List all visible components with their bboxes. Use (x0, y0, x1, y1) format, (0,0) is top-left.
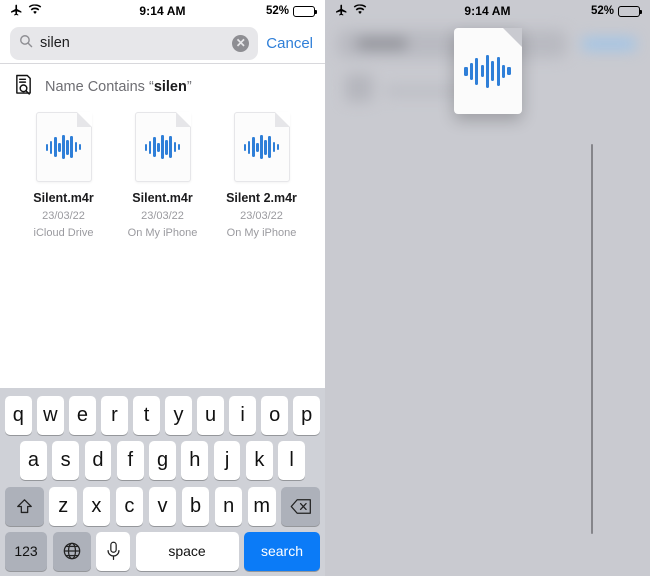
key-c[interactable]: c (115, 486, 144, 526)
battery-percent: 52% (590, 5, 614, 17)
file-item[interactable]: Silent.m4r 23/03/22 iCloud Drive (14, 112, 113, 239)
keyboard-row-1: q w e r t y u i o p (3, 396, 322, 435)
key-h[interactable]: h (181, 441, 209, 481)
blurred-search-text (357, 38, 407, 49)
search-bar-row: silen ✕ Cancel (0, 26, 325, 60)
key-l[interactable]: l (278, 441, 306, 481)
menu-scrollbar[interactable] (590, 144, 593, 534)
file-name: Silent.m4r (33, 191, 94, 205)
numbers-key[interactable]: 123 (5, 531, 47, 571)
microphone-key-icon[interactable] (96, 531, 130, 571)
key-o[interactable]: o (261, 396, 288, 435)
search-key[interactable]: search (244, 531, 320, 571)
file-location: iCloud Drive (33, 227, 94, 239)
keyboard-row-3: z x c v b n m (3, 486, 322, 526)
blurred-cancel-button (582, 38, 636, 50)
file-date: 23/03/22 (141, 210, 184, 222)
battery-percent: 52% (265, 5, 289, 17)
cancel-button[interactable]: Cancel (266, 35, 315, 52)
file-item[interactable]: Silent 2.m4r 23/03/22 On My iPhone (212, 112, 311, 239)
keyboard-row-4: 123 space search (3, 531, 322, 571)
key-r[interactable]: r (101, 396, 128, 435)
waveform-glyph (45, 134, 81, 160)
key-v[interactable]: v (148, 486, 177, 526)
scope-row[interactable]: Name Contains “silen” (0, 70, 325, 104)
key-k[interactable]: k (245, 441, 273, 481)
file-name: Silent.m4r (132, 191, 193, 205)
document-search-icon (14, 74, 33, 100)
audio-file-icon (35, 112, 92, 182)
key-q[interactable]: q (5, 396, 32, 435)
search-input-value: silen (40, 35, 70, 51)
search-input[interactable]: silen ✕ (10, 26, 259, 60)
clear-search-icon[interactable]: ✕ (232, 34, 250, 52)
blurred-scope-icon (345, 74, 373, 102)
space-key[interactable]: space (135, 531, 239, 571)
file-location: On My iPhone (226, 227, 297, 239)
waveform-glyph (464, 54, 511, 88)
shift-key-icon[interactable] (4, 486, 44, 526)
key-y[interactable]: y (165, 396, 192, 435)
keyboard-row-2: a s d f g h j k l (3, 441, 322, 481)
audio-file-icon (233, 112, 290, 182)
waveform-glyph (243, 134, 279, 160)
status-bar-left: 9:14 AM 52% (0, 0, 325, 22)
key-e[interactable]: e (69, 396, 96, 435)
key-i[interactable]: i (229, 396, 256, 435)
file-name: Silent 2.m4r (226, 191, 297, 205)
left-phone-screen: 9:14 AM 52% silen ✕ Cancel Name Contains… (0, 0, 325, 576)
file-item[interactable]: Silent.m4r 23/03/22 On My iPhone (113, 112, 212, 239)
key-p[interactable]: p (293, 396, 320, 435)
backspace-key-icon[interactable] (281, 486, 321, 526)
key-a[interactable]: a (19, 441, 47, 481)
key-u[interactable]: u (197, 396, 224, 435)
file-date: 23/03/22 (240, 210, 283, 222)
file-date: 23/03/22 (42, 210, 85, 222)
key-d[interactable]: d (84, 441, 112, 481)
scope-label: Name Contains “silen” (45, 79, 192, 95)
search-divider (0, 63, 325, 64)
globe-key-icon[interactable] (52, 531, 91, 571)
file-location: On My iPhone (127, 227, 198, 239)
key-g[interactable]: g (149, 441, 176, 481)
audio-file-icon (134, 112, 191, 182)
battery-icon (293, 5, 318, 17)
key-b[interactable]: b (181, 486, 210, 526)
key-x[interactable]: x (82, 486, 111, 526)
key-w[interactable]: w (37, 396, 64, 435)
search-icon (19, 34, 33, 53)
key-t[interactable]: t (133, 396, 160, 435)
right-phone-screen: 9:14 AM 52% Get Info Rename (325, 0, 650, 576)
key-j[interactable]: j (213, 441, 241, 481)
key-f[interactable]: f (116, 441, 144, 481)
status-bar-right: 9:14 AM 52% (325, 0, 650, 22)
dual-screenshot: 9:14 AM 52% silen ✕ Cancel Name Contains… (0, 0, 650, 576)
waveform-glyph (144, 134, 180, 160)
key-n[interactable]: n (214, 486, 243, 526)
key-s[interactable]: s (52, 441, 80, 481)
key-m[interactable]: m (247, 486, 276, 526)
battery-icon (618, 5, 643, 17)
file-results-grid: Silent.m4r 23/03/22 iCloud Drive Silent.… (0, 112, 325, 239)
on-screen-keyboard[interactable]: q w e r t y u i o p a s d f g h j k l z … (0, 388, 325, 576)
audio-file-icon (453, 28, 522, 114)
key-z[interactable]: z (49, 486, 78, 526)
